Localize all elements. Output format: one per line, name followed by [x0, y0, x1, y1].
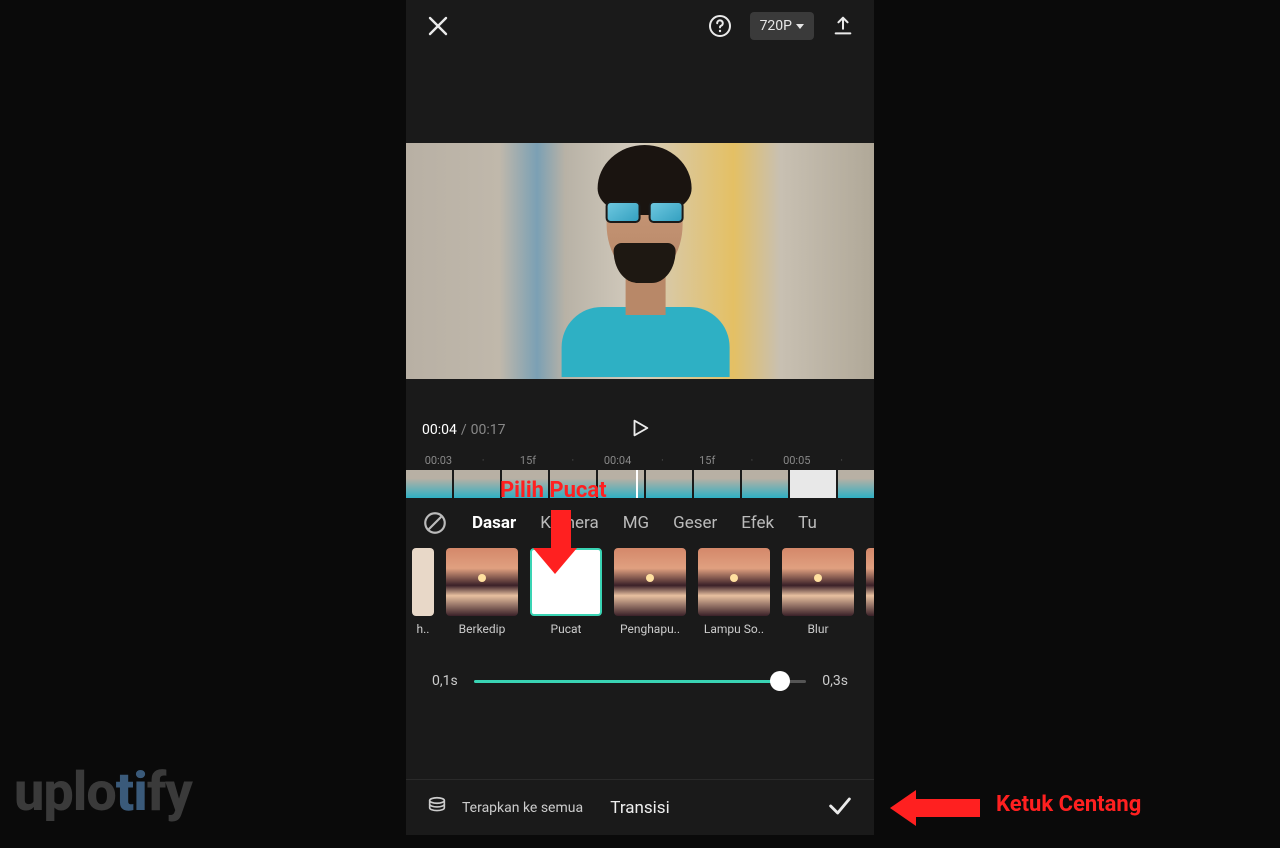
effect-thumb	[866, 548, 874, 616]
panel-title: Transisi	[610, 798, 669, 818]
effect-thumb	[614, 548, 686, 616]
effect-item-lampu[interactable]: Lampu So..	[698, 548, 770, 636]
effect-thumb	[412, 548, 434, 616]
ruler-dot: ·	[819, 454, 864, 467]
ruler-dot: ·	[461, 454, 506, 467]
total-duration: 00:17	[471, 422, 506, 438]
slider-max-label: 0,3s	[822, 673, 848, 689]
transition-effects-row[interactable]: h.. Berkedip Pucat Penghapu.. Lampu So..…	[406, 548, 874, 654]
ruler-dot: ·	[640, 454, 685, 467]
apply-all-icon[interactable]	[426, 795, 448, 821]
watermark-p1: uplo	[14, 761, 116, 824]
top-bar: 720P	[406, 0, 874, 52]
annotation-ketuk-centang: Ketuk Centang	[996, 792, 1141, 817]
ruler-mark: 15f	[685, 454, 730, 467]
close-icon[interactable]	[426, 14, 450, 38]
bottom-bar: Terapkan ke semua Transisi	[406, 779, 874, 835]
transition-category-tabs: Dasar Kamera MG Geser Efek Tu	[406, 498, 874, 548]
timeline-ruler[interactable]: 00:03 · 15f · 00:04 · 15f · 00:05 ·	[406, 450, 874, 470]
ruler-dot: ·	[730, 454, 775, 467]
duration-slider-row: 0,1s 0,3s	[406, 654, 874, 708]
tab-dasar[interactable]: Dasar	[472, 513, 516, 533]
timeline-thumb[interactable]	[790, 470, 836, 498]
timeline-thumbnails[interactable]	[406, 470, 874, 498]
none-icon[interactable]	[422, 510, 448, 536]
effect-thumb	[446, 548, 518, 616]
video-editor-screen: 720P 00:04 / 00:17 00:	[406, 0, 874, 835]
duration-slider[interactable]	[474, 680, 807, 683]
effect-item-berkedip[interactable]: Berkedip	[446, 548, 518, 636]
effect-item[interactable]	[866, 548, 874, 616]
chevron-down-icon	[796, 24, 804, 29]
preview-frame	[406, 143, 874, 379]
time-separator: /	[461, 422, 467, 438]
effect-thumb	[782, 548, 854, 616]
play-icon[interactable]	[629, 417, 651, 443]
annotation-pilih-pucat: Pilih Pucat	[500, 478, 607, 503]
current-time: 00:04	[422, 422, 457, 438]
effect-label: h..	[417, 622, 430, 636]
resolution-label: 720P	[760, 18, 792, 34]
ruler-mark: 00:05	[774, 454, 819, 467]
player-controls: 00:04 / 00:17	[406, 410, 874, 450]
timeline-thumb[interactable]	[838, 470, 874, 498]
confirm-check-icon[interactable]	[826, 792, 854, 824]
slider-knob[interactable]	[770, 671, 790, 691]
export-icon[interactable]	[832, 15, 854, 37]
ruler-mark: 00:03	[416, 454, 461, 467]
video-preview[interactable]	[406, 112, 874, 410]
tab-more[interactable]: Tu	[798, 513, 817, 533]
help-icon[interactable]	[708, 14, 732, 38]
ruler-mark: 15f	[506, 454, 551, 467]
timeline-thumb[interactable]	[406, 470, 452, 498]
effect-label: Pucat	[551, 622, 582, 636]
tab-mg[interactable]: MG	[623, 513, 649, 533]
effect-label: Blur	[807, 622, 828, 636]
effect-label: Penghapu..	[620, 622, 680, 636]
annotation-arrow-left-icon	[890, 790, 980, 826]
timeline-thumb[interactable]	[742, 470, 788, 498]
ruler-mark: 00:04	[595, 454, 640, 467]
resolution-button[interactable]: 720P	[750, 12, 814, 40]
effect-label: Lampu So..	[704, 622, 764, 636]
slider-min-label: 0,1s	[432, 673, 458, 689]
effect-label: Berkedip	[459, 622, 506, 636]
watermark: uplotify	[14, 761, 192, 824]
ruler-dot: ·	[550, 454, 595, 467]
effect-item[interactable]: h..	[412, 548, 434, 636]
effect-item-penghapu[interactable]: Penghapu..	[614, 548, 686, 636]
annotation-arrow-down-icon	[545, 510, 577, 574]
apply-all-label[interactable]: Terapkan ke semua	[462, 800, 583, 816]
tab-efek[interactable]: Efek	[741, 513, 774, 533]
playhead[interactable]	[636, 470, 638, 498]
watermark-p3: fy	[147, 761, 192, 824]
effect-item-blur[interactable]: Blur	[782, 548, 854, 636]
watermark-p2: ti	[116, 761, 147, 824]
timeline-thumb[interactable]	[694, 470, 740, 498]
tab-geser[interactable]: Geser	[673, 513, 717, 533]
effect-thumb	[698, 548, 770, 616]
timeline-thumb[interactable]	[646, 470, 692, 498]
timeline-thumb[interactable]	[454, 470, 500, 498]
